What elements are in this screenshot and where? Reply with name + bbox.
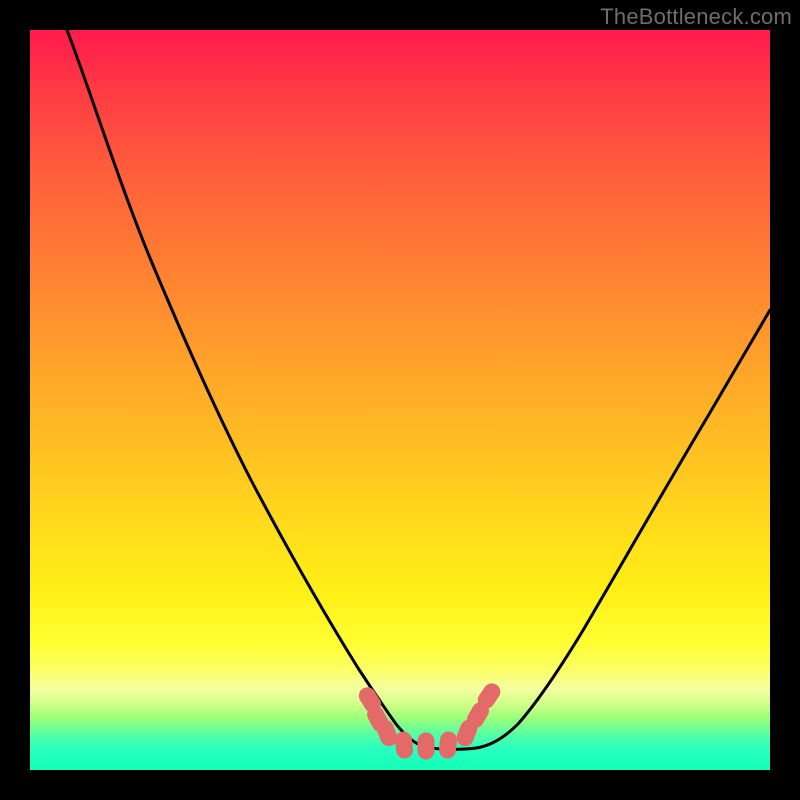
- valley-marker: [439, 731, 458, 759]
- plot-area: [30, 30, 770, 770]
- outer-frame: TheBottleneck.com: [0, 0, 800, 800]
- valley-marker: [395, 731, 414, 759]
- watermark-text: TheBottleneck.com: [600, 4, 792, 30]
- bottleneck-curve: [67, 30, 770, 749]
- valley-marker: [418, 733, 434, 759]
- curve-layer: [30, 30, 770, 770]
